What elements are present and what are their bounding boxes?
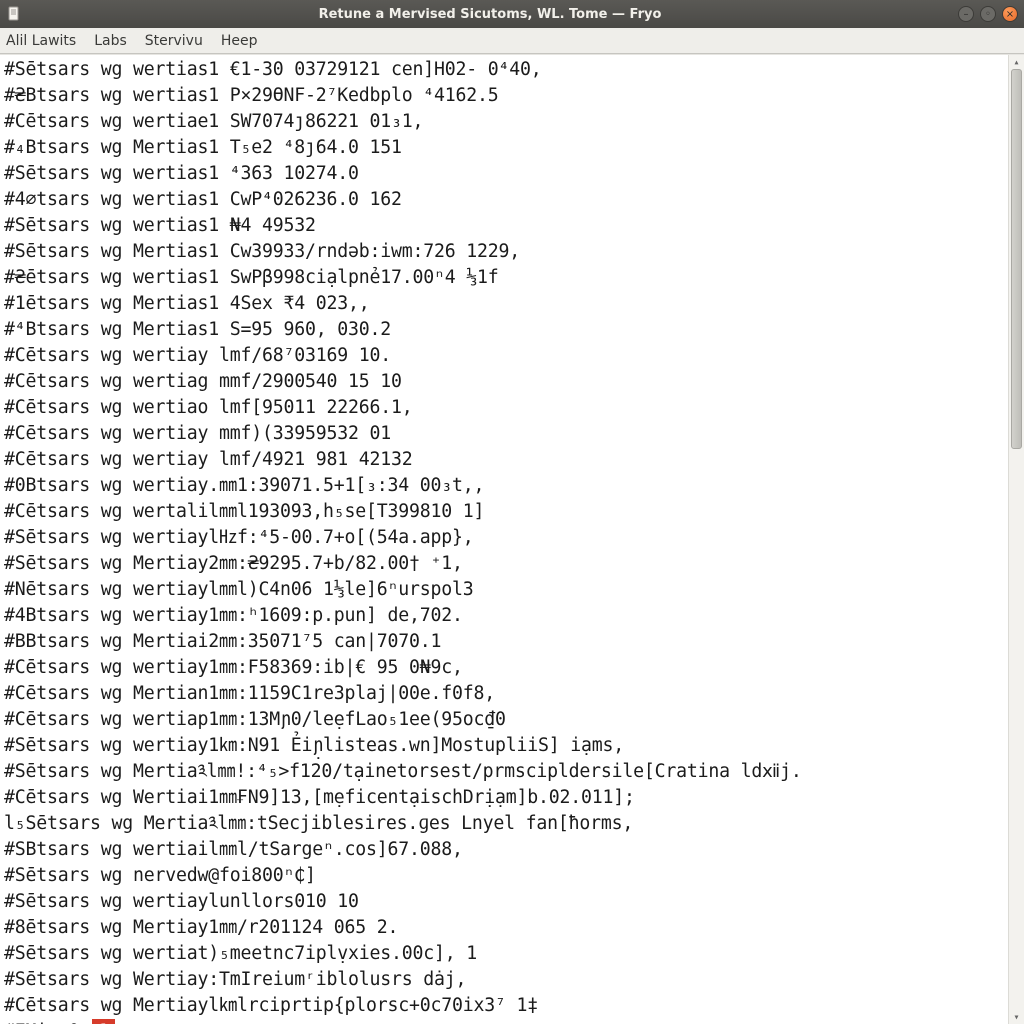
maximize-button[interactable]: ◦: [980, 6, 996, 22]
editor-area: #Sētsars wg wertias1 €1-30 03729121 cen]…: [0, 54, 1024, 1024]
editor-line: #₄Btsars wg Mertias1 T₅e2 ⁴8ȷ64.0 151: [4, 135, 1004, 161]
editor-line: #Cētsars wg wertiap1㎜:13Mɲ0/leẹfLao₅1ee(…: [4, 707, 1004, 733]
text-editor[interactable]: #Sētsars wg wertias1 €1-30 03729121 cen]…: [0, 55, 1008, 1024]
editor-line: #Cētsars wg wertiao lmf[95011 22266.1,: [4, 395, 1004, 421]
editor-line: #Cētsars wg wertiay lmf/4921 981 42132: [4, 447, 1004, 473]
editor-line: #Sētsars wg wertiaylunllors010 10: [4, 889, 1004, 915]
editor-line: #1ētsars wg Mertias1 4Sex ₹4 023,,: [4, 291, 1004, 317]
menu-item-0[interactable]: Alil Lawits: [6, 33, 76, 49]
menu-item-1[interactable]: Labs: [94, 33, 127, 49]
editor-line: #Sētsars wg Mertia༣l㎜!:⁴₅>f120/tạinetors…: [4, 759, 1004, 785]
editor-line: #BBtsars wg Mertiai2㎜:35071⁷5 can|7070.1: [4, 629, 1004, 655]
editor-line: #Sētsars wg wertiay1㎞:N91 Ẻiɲ̣listeas.wn…: [4, 733, 1004, 759]
editor-line: #Cētsars wg wertiay1㎜:F58369:ib|€ 95 0₦9…: [4, 655, 1004, 681]
prompt-badge: 1: [92, 1019, 115, 1024]
editor-line: #Sētsars wg Mertiay2㎜:₴9295.7+b/82.00† ⁺…: [4, 551, 1004, 577]
editor-line: #Cētsars wg Wertiai1㎜₣N9]13,[mẹficentạis…: [4, 785, 1004, 811]
editor-line: #Cētsars wg wertalil㎜l193093,h₅se[T39981…: [4, 499, 1004, 525]
scroll-up-arrow[interactable]: ▴: [1009, 55, 1024, 69]
editor-line: #Sētsars wg wertias1 ₦4 49532: [4, 213, 1004, 239]
window-controls: – ◦ ×: [958, 6, 1018, 22]
editor-line: #Sētsars wg wertiayl㎐f:⁴5-00.7+o[(54a.ap…: [4, 525, 1004, 551]
menu-item-3[interactable]: Heep: [221, 33, 258, 49]
editor-line: #0Btsars wg wertiay.㎜1:39071.5+1[₃:34 00…: [4, 473, 1004, 499]
editor-line: #4Btsars wg wertiay1㎜:ʰ1609:p.pun] de,70…: [4, 603, 1004, 629]
window-title: Retune a Mervised Sicutoms, WL. Tome — F…: [28, 7, 952, 22]
editor-line: #Nētsars wg wertiayl㎜l)C4n06 1⅓le]6ⁿursp…: [4, 577, 1004, 603]
editor-line: #Cētsars wg wertiae1 SW7074ȷ86221 01₃1,: [4, 109, 1004, 135]
menu-item-2[interactable]: Stervivu: [145, 33, 203, 49]
editor-line: #Cētsars wg Mertian1㎜:1159C1re3plaj|00e.…: [4, 681, 1004, 707]
titlebar: Retune a Mervised Sicutoms, WL. Tome — F…: [0, 0, 1024, 28]
vertical-scrollbar[interactable]: ▴ ▾: [1008, 55, 1024, 1024]
menubar: Alil Lawits Labs Stervivu Heep: [0, 28, 1024, 54]
editor-line: #8ētsars wg Mertiay1㎜/r201124 065 2.: [4, 915, 1004, 941]
editor-line: #Cētsars wg wertiay lmf/68⁷03169 10.: [4, 343, 1004, 369]
editor-line: #Sētsars wg wertias1 €1-30 03729121 cen]…: [4, 57, 1004, 83]
editor-line: #Sētsars wg Wertiay:TmIreiumʳiblolusrs d…: [4, 967, 1004, 993]
close-button[interactable]: ×: [1002, 6, 1018, 22]
editor-line: #Sētsars wg Mertias1 Cw39933/rndəb:iwm:7…: [4, 239, 1004, 265]
document-icon: [6, 6, 22, 22]
editor-line: #4∅tsars wg wertias1 CwP⁴026236.0 162: [4, 187, 1004, 213]
editor-line: #Sētsars wg nervedw@foi800ⁿ₵]: [4, 863, 1004, 889]
minimize-button[interactable]: –: [958, 6, 974, 22]
editor-prompt-line: #EMịrm0o1: [4, 1019, 1004, 1024]
editor-line: #Cētsars wg wertiay mmf)(33959532 01: [4, 421, 1004, 447]
prompt-prefix: #EMịrm0o: [4, 1019, 90, 1024]
editor-line: l₅Sētsars wg Mertia༣l㎜:tSecjiblesires.ɡe…: [4, 811, 1004, 837]
editor-line: #₴Btsars wg wertias1 P×29ϴNF-2⁷Kedbplo ⁴…: [4, 83, 1004, 109]
scroll-thumb[interactable]: [1011, 69, 1022, 449]
editor-line: #Cētsars wg Mertiayl㎞lrciprtip{plorsc+0c…: [4, 993, 1004, 1019]
editor-line: #⁴Btsars wg Mertias1 S=95 960, 030.2: [4, 317, 1004, 343]
editor-line: #Sētsars wg wertias1 ⁴363 10274.0: [4, 161, 1004, 187]
editor-line: #Sētsars wg wertiat)₅meetnc7iplṿxies.00c…: [4, 941, 1004, 967]
editor-line: #₴ētsars wg wertias1 SwPβ998ciạlpnẻ17.00…: [4, 265, 1004, 291]
editor-line: #Cētsars wg wertiag mmf/2900540 15 10: [4, 369, 1004, 395]
editor-line: #SBtsars wg wertiail㎜l/tSargeⁿ.cos]67.08…: [4, 837, 1004, 863]
scroll-down-arrow[interactable]: ▾: [1009, 1010, 1024, 1024]
